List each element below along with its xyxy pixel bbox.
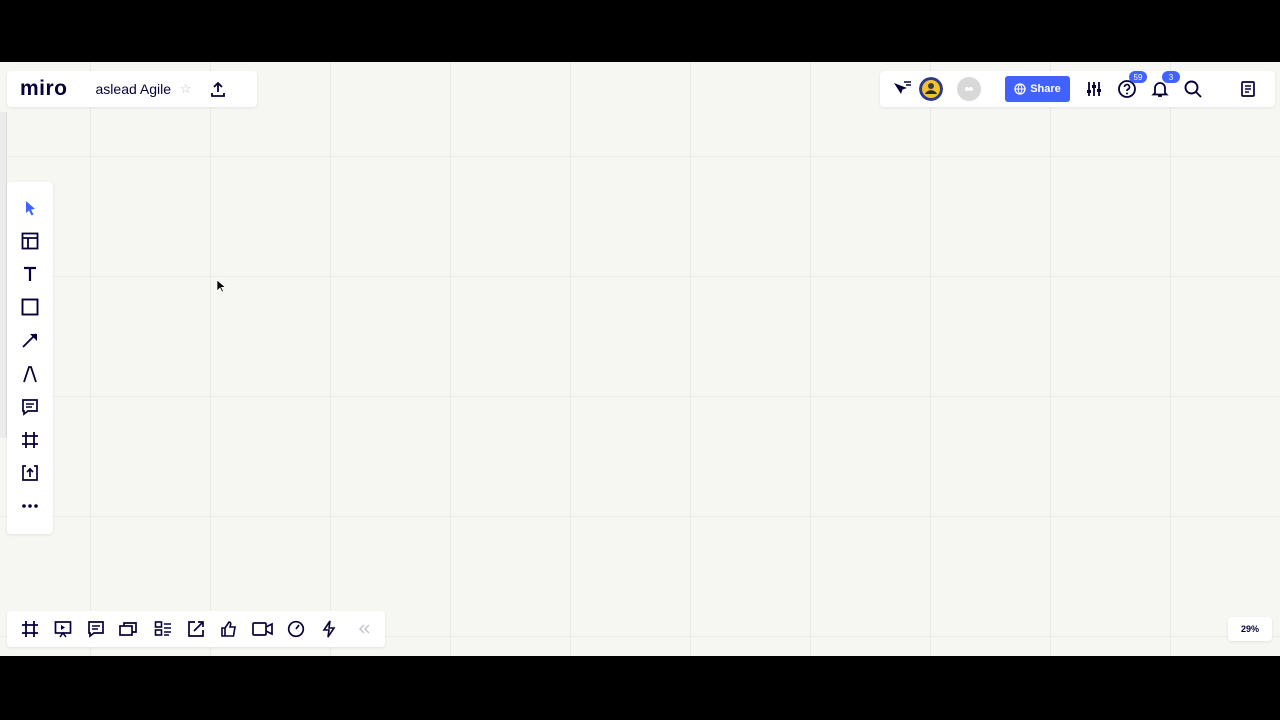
avatar-placeholder[interactable] <box>957 77 981 101</box>
kanban-icon <box>154 620 172 638</box>
select-tool[interactable] <box>18 196 42 220</box>
search-icon[interactable] <box>1181 77 1205 101</box>
voting-button[interactable] <box>217 617 241 641</box>
cursor-arrow-icon <box>22 200 38 216</box>
collapse-button[interactable] <box>352 617 376 641</box>
share-button[interactable]: Share <box>1005 76 1070 102</box>
external-link-icon <box>187 620 205 638</box>
templates-tool[interactable] <box>18 229 42 253</box>
help-badge: 59 <box>1129 71 1147 83</box>
zoom-level[interactable]: 29% <box>1228 617 1272 641</box>
text-tool[interactable] <box>18 262 42 286</box>
cards-icon <box>119 620 139 638</box>
rectangle-icon <box>21 298 39 316</box>
double-chevron-left-icon <box>357 623 371 635</box>
bottom-toolbar <box>7 611 385 647</box>
frame-icon <box>21 431 39 449</box>
upload-tool[interactable] <box>18 461 42 485</box>
screen-share-button[interactable] <box>184 617 208 641</box>
pen-icon <box>21 364 39 384</box>
bell-icon[interactable]: 3 <box>1148 71 1180 101</box>
apps-button[interactable] <box>317 617 341 641</box>
mouse-cursor-icon <box>216 279 226 293</box>
timer-button[interactable] <box>284 617 308 641</box>
chat-icon <box>87 620 105 638</box>
board-header: miro aslead Agile ☆ <box>7 71 257 107</box>
comment-tool[interactable] <box>18 395 42 419</box>
left-toolbar <box>7 182 53 534</box>
miro-logo[interactable]: miro <box>20 77 68 101</box>
frames-button[interactable] <box>18 617 42 641</box>
text-icon <box>22 266 38 282</box>
board-name[interactable]: aslead Agile <box>96 81 172 97</box>
more-dots-icon <box>21 503 39 509</box>
comments-button[interactable] <box>84 617 108 641</box>
export-icon[interactable] <box>207 78 229 100</box>
globe-icon <box>1014 83 1026 95</box>
avatar[interactable] <box>919 77 943 101</box>
arrow-line-icon <box>21 331 39 349</box>
notifications-badge: 3 <box>1162 71 1180 83</box>
video-chat-button[interactable] <box>251 617 275 641</box>
help-icon[interactable]: 59 <box>1115 71 1147 101</box>
comment-icon <box>21 398 39 416</box>
connection-line-tool[interactable] <box>18 328 42 352</box>
templates-icon <box>21 232 39 250</box>
collaboration-bar: Share 59 3 <box>880 71 1275 107</box>
card-button[interactable] <box>117 617 141 641</box>
share-label: Share <box>1030 83 1061 95</box>
shape-tool[interactable] <box>18 295 42 319</box>
more-tools[interactable] <box>18 494 42 518</box>
miro-app: miro aslead Agile ☆ Share 59 3 29% <box>0 62 1280 656</box>
left-edge-handle[interactable] <box>0 112 7 438</box>
video-camera-icon <box>252 621 274 637</box>
presentation-button[interactable] <box>51 617 75 641</box>
settings-sliders-icon[interactable] <box>1082 77 1106 101</box>
lightning-icon <box>321 620 337 638</box>
kanban-button[interactable] <box>151 617 175 641</box>
thumbs-up-icon <box>220 620 238 638</box>
notes-icon[interactable] <box>1236 77 1260 101</box>
star-icon[interactable]: ☆ <box>180 81 192 97</box>
frame-grid-icon <box>21 620 39 638</box>
upload-icon <box>21 464 39 482</box>
pen-tool[interactable] <box>18 362 42 386</box>
frame-tool[interactable] <box>18 428 42 452</box>
timer-icon <box>287 620 305 638</box>
presentation-icon <box>54 620 72 638</box>
cursor-filter-icon[interactable] <box>890 77 914 101</box>
